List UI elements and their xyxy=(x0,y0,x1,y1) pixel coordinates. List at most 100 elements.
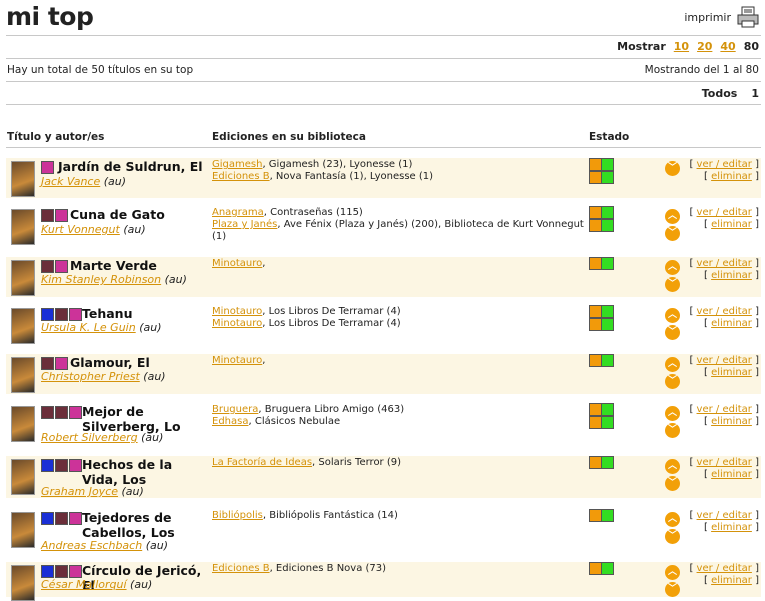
move-down-icon[interactable]: ﹀ xyxy=(665,529,680,544)
author-link[interactable]: Graham Joyce xyxy=(41,485,118,498)
author-link[interactable]: César Mallorquí xyxy=(41,578,127,591)
delete-link[interactable]: eliminar xyxy=(711,171,752,182)
edit-link[interactable]: ver / editar xyxy=(697,563,752,574)
edit-link[interactable]: ver / editar xyxy=(697,404,752,415)
status-cell[interactable] xyxy=(601,562,614,575)
move-down-icon[interactable]: ﹀ xyxy=(665,325,680,340)
book-cover-image[interactable] xyxy=(11,565,35,601)
edit-link[interactable]: ver / editar xyxy=(697,207,752,218)
page-size-20[interactable]: 20 xyxy=(697,40,712,53)
row-actions: [ ver / editar ] [ eliminar ] xyxy=(689,258,759,281)
edition-entry: Gigamesh, Gigamesh (23), Lyonesse (1) xyxy=(212,159,587,171)
move-up-icon[interactable]: ︿ xyxy=(665,308,680,323)
status-cell[interactable] xyxy=(601,257,614,270)
book-cover-image[interactable] xyxy=(11,406,35,442)
author-role: (au) xyxy=(139,321,162,334)
author-link[interactable]: Jack Vance xyxy=(41,175,100,188)
move-down-icon[interactable]: ﹀ xyxy=(665,277,680,292)
move-up-icon[interactable]: ︿ xyxy=(665,565,680,580)
publisher-link[interactable]: La Factoría de Ideas xyxy=(212,457,312,468)
publisher-link[interactable]: Edhasa xyxy=(212,416,248,427)
book-cover-image[interactable] xyxy=(11,357,35,393)
divider xyxy=(6,104,761,105)
mostrar-label: Mostrar xyxy=(617,40,666,53)
move-up-icon[interactable]: ︿ xyxy=(665,459,680,474)
move-down-icon[interactable]: ﹀ xyxy=(665,582,680,597)
edit-link[interactable]: ver / editar xyxy=(697,457,752,468)
publisher-link[interactable]: Anagrama xyxy=(212,207,264,218)
page-size-40[interactable]: 40 xyxy=(720,40,735,53)
edit-link[interactable]: ver / editar xyxy=(697,159,752,170)
delete-link[interactable]: eliminar xyxy=(711,522,752,533)
author-link[interactable]: Robert Silverberg xyxy=(41,431,138,444)
book-cover-image[interactable] xyxy=(11,512,35,548)
move-down-icon[interactable]: ﹀ xyxy=(665,374,680,389)
status-cell[interactable] xyxy=(601,456,614,469)
publisher-link[interactable]: Plaza y Janés xyxy=(212,219,277,230)
author-link[interactable]: Andreas Eschbach xyxy=(41,539,142,552)
edition-details: , Bruguera Libro Amigo (463) xyxy=(258,404,405,415)
status-cell[interactable] xyxy=(601,509,614,522)
rating-square xyxy=(55,308,68,321)
move-down-icon[interactable]: ﹀ xyxy=(665,476,680,491)
rating-square xyxy=(41,161,54,174)
total-count: Hay un total de 50 títulos en su top xyxy=(7,64,194,76)
status-cell[interactable] xyxy=(601,403,614,416)
move-down-icon[interactable]: ﹀ xyxy=(665,161,680,176)
publisher-link[interactable]: Ediciones B xyxy=(212,171,270,182)
author-link[interactable]: Kurt Vonnegut xyxy=(41,223,120,236)
move-up-icon[interactable]: ︿ xyxy=(665,209,680,224)
publisher-link[interactable]: Minotauro xyxy=(212,355,262,366)
author-link[interactable]: Christopher Priest xyxy=(41,370,140,383)
publisher-link[interactable]: Ediciones B xyxy=(212,563,270,574)
publisher-link[interactable]: Bruguera xyxy=(212,404,258,415)
print-label[interactable]: imprimir xyxy=(684,11,731,24)
author-link[interactable]: Ursula K. Le Guin xyxy=(41,321,136,334)
status-cell[interactable] xyxy=(601,305,614,318)
move-up-icon[interactable]: ︿ xyxy=(665,406,680,421)
delete-link[interactable]: eliminar xyxy=(711,575,752,586)
publisher-link[interactable]: Minotauro xyxy=(212,318,262,329)
book-cover-image[interactable] xyxy=(11,209,35,245)
editions-cell: Minotauro, xyxy=(212,355,587,367)
publisher-link[interactable]: Minotauro xyxy=(212,258,262,269)
status-grid xyxy=(589,403,614,429)
publisher-link[interactable]: Gigamesh xyxy=(212,159,262,170)
book-cover-image[interactable] xyxy=(11,161,35,197)
delete-link[interactable]: eliminar xyxy=(711,469,752,480)
page-size-10[interactable]: 10 xyxy=(674,40,689,53)
delete-link[interactable]: eliminar xyxy=(711,270,752,281)
move-up-icon[interactable]: ︿ xyxy=(665,512,680,527)
delete-link[interactable]: eliminar xyxy=(711,219,752,230)
status-cell[interactable] xyxy=(601,171,614,184)
edit-link[interactable]: ver / editar xyxy=(697,306,752,317)
book-cover-image[interactable] xyxy=(11,459,35,495)
printer-icon[interactable] xyxy=(737,6,759,28)
move-down-icon[interactable]: ﹀ xyxy=(665,226,680,241)
edit-link[interactable]: ver / editar xyxy=(697,258,752,269)
status-cell[interactable] xyxy=(601,158,614,171)
publisher-link[interactable]: Bibliópolis xyxy=(212,510,263,521)
move-down-icon[interactable]: ﹀ xyxy=(665,423,680,438)
delete-link[interactable]: eliminar xyxy=(711,416,752,427)
delete-link[interactable]: eliminar xyxy=(711,367,752,378)
book-title: Cuna de Gato xyxy=(70,207,165,222)
book-cover-image[interactable] xyxy=(11,308,35,344)
book-cover-image[interactable] xyxy=(11,260,35,296)
status-cell[interactable] xyxy=(601,354,614,367)
edition-entry: Bibliópolis, Bibliópolis Fantástica (14) xyxy=(212,510,587,522)
edit-link[interactable]: ver / editar xyxy=(697,355,752,366)
status-grid xyxy=(589,354,614,367)
print-link[interactable]: imprimir xyxy=(684,6,759,28)
status-cell[interactable] xyxy=(601,416,614,429)
status-cell[interactable] xyxy=(601,318,614,331)
delete-link[interactable]: eliminar xyxy=(711,318,752,329)
author-link[interactable]: Kim Stanley Robinson xyxy=(41,273,161,286)
edit-link[interactable]: ver / editar xyxy=(697,510,752,521)
publisher-link[interactable]: Minotauro xyxy=(212,306,262,317)
col-header-editions: Ediciones en su biblioteca xyxy=(212,131,366,143)
move-up-icon[interactable]: ︿ xyxy=(665,260,680,275)
status-cell[interactable] xyxy=(601,219,614,232)
move-up-icon[interactable]: ︿ xyxy=(665,357,680,372)
status-cell[interactable] xyxy=(601,206,614,219)
